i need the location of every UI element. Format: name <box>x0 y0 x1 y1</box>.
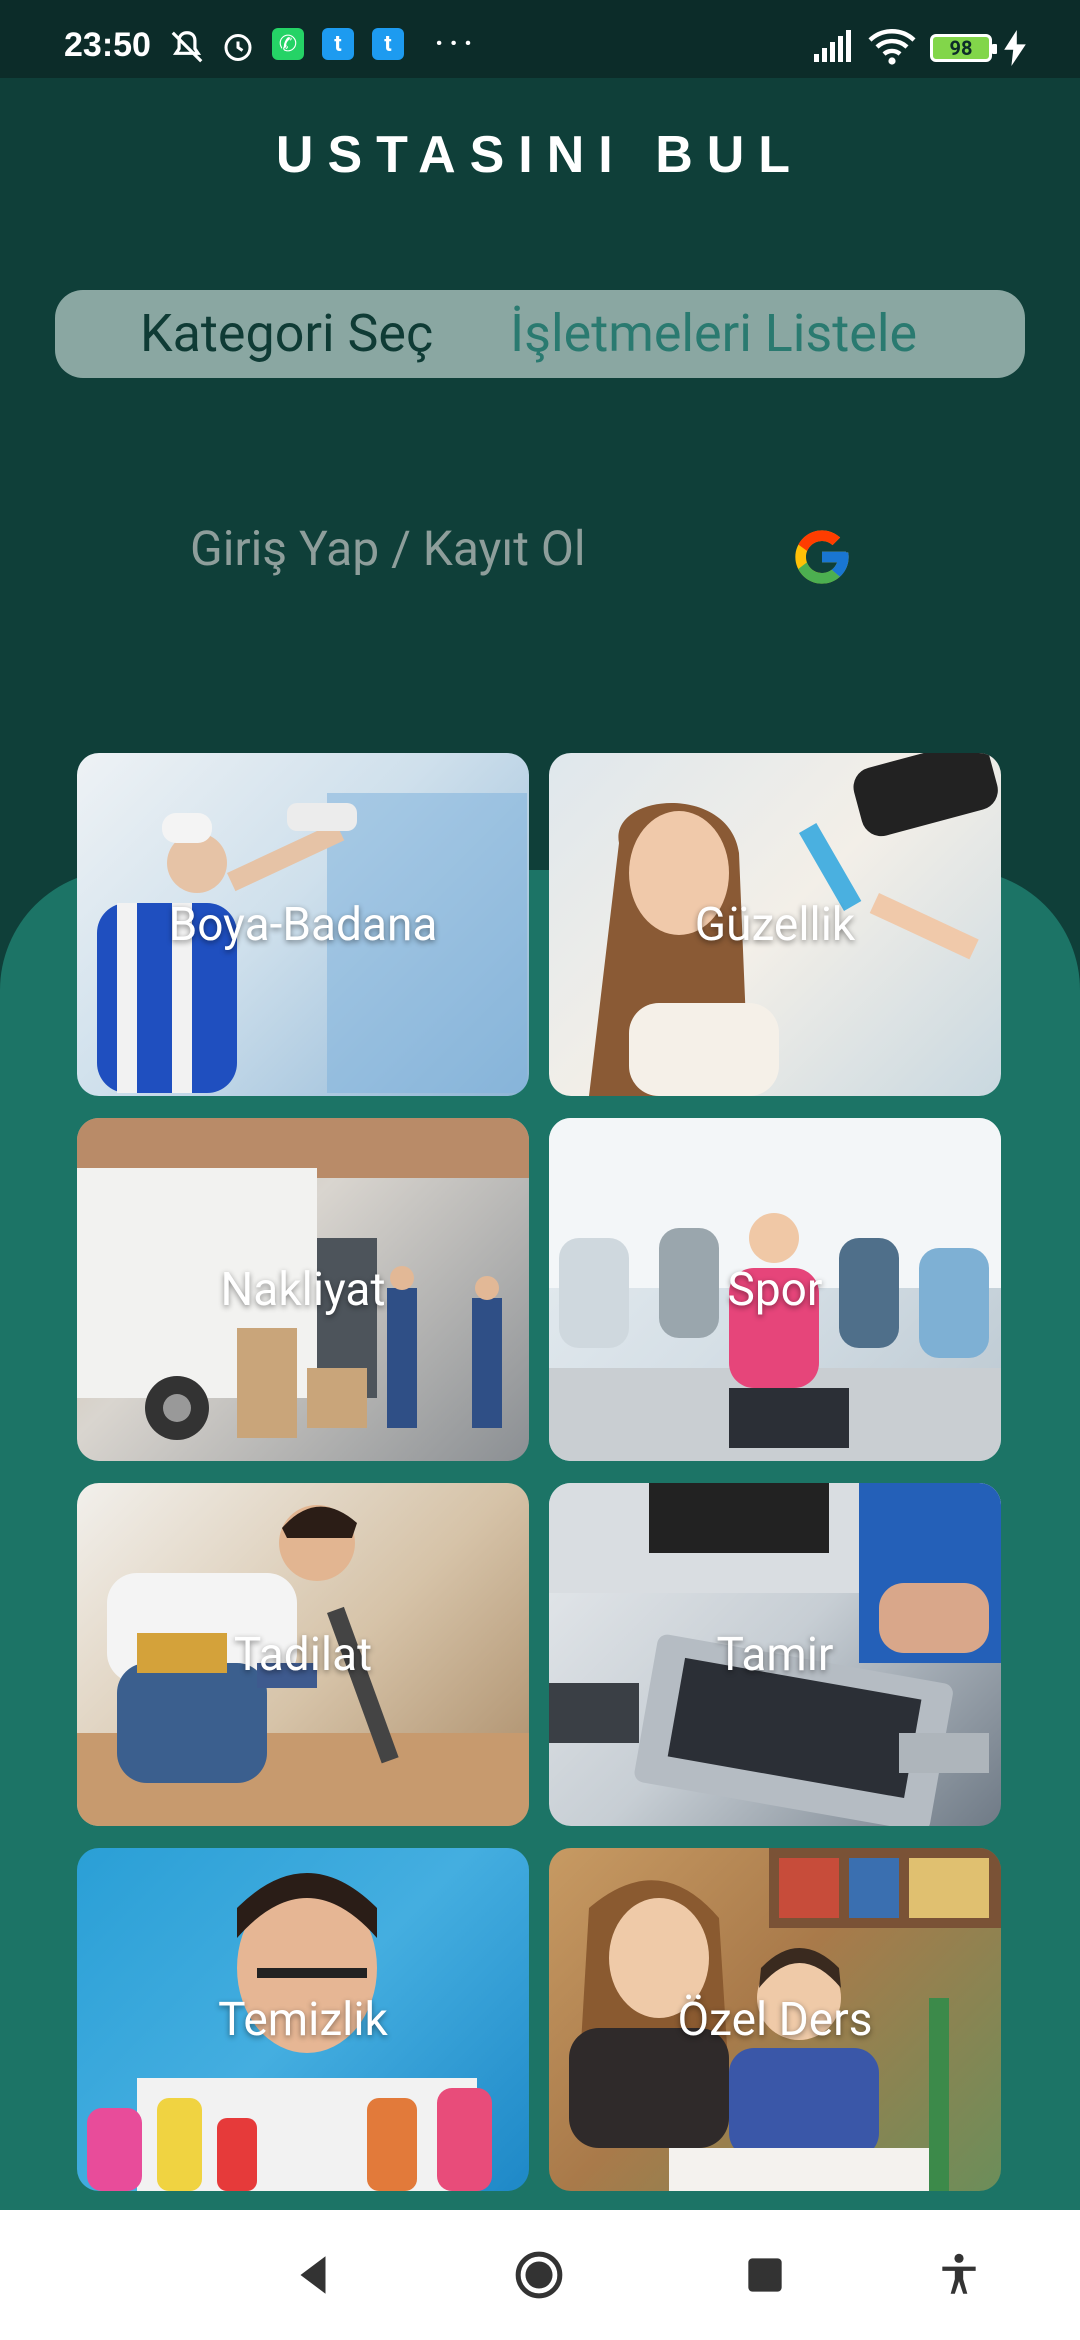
twitter-icon: t <box>322 28 354 60</box>
category-card-spor[interactable]: Spor <box>549 1118 1001 1461</box>
category-label: Özel Ders <box>677 1992 873 2047</box>
battery-level: 98 <box>949 36 973 60</box>
category-label: Tamir <box>716 1627 834 1682</box>
category-card-tadilat[interactable]: Tadilat <box>77 1483 529 1826</box>
login-register-link[interactable]: Giriş Yap / Kayıt Ol <box>190 520 586 577</box>
battery-indicator: 98 <box>930 34 997 62</box>
google-icon[interactable] <box>790 525 854 589</box>
category-card-nakliyat[interactable]: Nakliyat <box>77 1118 529 1461</box>
whatsapp-icon: ✆ <box>272 28 304 60</box>
category-label: Nakliyat <box>220 1262 386 1317</box>
signal-icon <box>814 30 851 62</box>
category-label: Spor <box>727 1262 823 1317</box>
view-toggle: Kategori Seç İşletmeleri Listele <box>55 290 1025 378</box>
back-icon[interactable] <box>288 2250 338 2300</box>
accessibility-icon[interactable] <box>934 2250 984 2300</box>
system-navigation-bar <box>0 2210 1080 2340</box>
category-card-tamir[interactable]: Tamir <box>549 1483 1001 1826</box>
alarm-icon <box>224 34 252 61</box>
home-icon[interactable] <box>514 2250 564 2300</box>
category-card-temizlik[interactable]: Temizlik <box>77 1848 529 2191</box>
category-grid: Boya-Badana Güzellik Nakliyat Spor Tadil… <box>77 753 1001 2191</box>
app-title: USTASINI BUL <box>275 126 805 184</box>
recent-apps-icon[interactable] <box>740 2250 790 2300</box>
category-label: Tadilat <box>233 1627 373 1682</box>
category-label: Boya-Badana <box>168 897 438 952</box>
status-time: 23:50 <box>64 26 151 64</box>
wifi-icon <box>868 29 916 65</box>
charging-icon <box>1004 30 1026 66</box>
more-notifications-icon: ··· <box>434 20 478 67</box>
category-card-boya-badana[interactable]: Boya-Badana <box>77 753 529 1096</box>
tab-businesses[interactable]: İşletmeleri Listele <box>510 290 917 378</box>
twitter-icon-2: t <box>372 28 404 60</box>
muted-bell-icon <box>171 31 203 63</box>
category-card-guzellik[interactable]: Güzellik <box>549 753 1001 1096</box>
category-label: Güzellik <box>694 897 856 952</box>
category-label: Temizlik <box>218 1992 388 2047</box>
category-card-ozel-ders[interactable]: Özel Ders <box>549 1848 1001 2191</box>
tab-category[interactable]: Kategori Seç <box>140 290 433 378</box>
status-bar: 23:50 ✆ t t ··· 98 <box>0 0 1080 78</box>
